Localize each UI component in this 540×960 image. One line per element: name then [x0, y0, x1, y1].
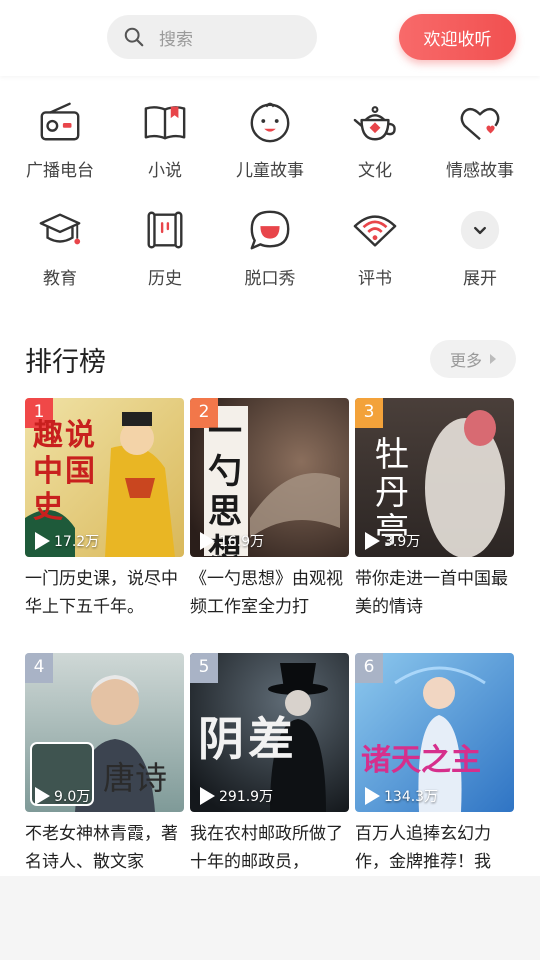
play-icon — [200, 787, 215, 805]
book-cover[interactable]: 1 趣说中国史 17.2万 — [25, 398, 184, 557]
card-description: 不老女神林青霞，著名诗人、散文家 — [25, 824, 178, 872]
category-label: 情感故事 — [446, 161, 514, 181]
rank-number: 3 — [363, 402, 375, 422]
teapot-icon — [353, 106, 396, 141]
more-label: 更多 — [449, 351, 482, 370]
category-education[interactable]: 教育 — [6, 206, 114, 306]
rank-badge: 3 — [355, 398, 383, 428]
ranking-card[interactable]: 4 唐诗 9.0万 不老女神林青霞，著名诗人、散文家 — [25, 653, 185, 876]
ranking-card[interactable]: 2 一勺思想 16.9万 《一勺思想》由观视频工作室全力打 — [190, 398, 350, 621]
card-description: 《一勺思想》由观视频工作室全力打 — [190, 569, 343, 617]
rank-badge: 6 — [355, 653, 383, 683]
play-count-value: 9.0万 — [54, 789, 91, 805]
rank-number: 5 — [198, 657, 210, 677]
cover-title: 诸天之主 — [361, 743, 481, 778]
category-culture[interactable]: 文化 — [321, 98, 429, 198]
ranking-card[interactable]: 1 趣说中国史 17.2万 一门历史课，说尽中华上下五千年。 — [25, 398, 185, 621]
search-input[interactable]: 搜索 — [107, 15, 317, 59]
category-emotional-stories[interactable]: 情感故事 — [426, 98, 534, 198]
home-page: 搜索 欢迎收听 广播电台 小说 儿童故事 文化 情感故事 教育 历史 脱口秀 评… — [0, 0, 540, 876]
card-description: 带你走进一首中国最美的情诗 — [355, 569, 508, 617]
ranking-card[interactable]: 6 诸天之主 134.3万 百万人追捧玄幻力作，金牌推荐！我 — [355, 653, 515, 876]
play-count-value: 3.9万 — [384, 534, 421, 550]
category-label: 展开 — [463, 269, 497, 289]
play-icon — [35, 532, 50, 550]
category-label: 脱口秀 — [244, 269, 296, 289]
play-count-value: 134.3万 — [384, 789, 439, 805]
more-button[interactable]: 更多 — [430, 340, 516, 378]
cover-title: 唐诗 — [103, 759, 168, 797]
welcome-listen-button[interactable]: 欢迎收听 — [399, 14, 516, 60]
book-icon — [144, 106, 186, 140]
card-description: 百万人追捧玄幻力作，金牌推荐！我 — [355, 824, 491, 872]
graduation-cap-icon — [39, 213, 81, 245]
fan-icon — [353, 215, 397, 247]
rank-badge: 5 — [190, 653, 218, 683]
play-icon — [35, 787, 50, 805]
speech-bubble-icon — [250, 210, 290, 250]
chevron-right-icon — [490, 354, 496, 364]
play-count: 134.3万 — [365, 786, 438, 806]
play-icon — [365, 787, 380, 805]
rank-number: 4 — [33, 657, 45, 677]
play-count: 9.0万 — [35, 786, 90, 806]
category-label: 评书 — [358, 269, 392, 289]
book-cover[interactable]: 2 一勺思想 16.9万 — [190, 398, 349, 557]
play-count-value: 16.9万 — [219, 534, 265, 550]
search-placeholder: 搜索 — [159, 29, 193, 50]
category-label: 教育 — [43, 269, 77, 289]
play-count: 16.9万 — [200, 531, 264, 551]
play-icon — [200, 532, 215, 550]
play-icon — [365, 532, 380, 550]
category-label: 儿童故事 — [236, 161, 304, 181]
chevron-down-icon — [460, 210, 500, 250]
rank-number: 6 — [363, 657, 375, 677]
scroll-icon — [147, 211, 183, 249]
heart-cloud-icon — [460, 107, 500, 141]
ranking-title: 排行榜 — [25, 347, 106, 378]
play-count: 3.9万 — [365, 531, 420, 551]
cover-title: 阴差 — [198, 712, 298, 766]
category-storytelling[interactable]: 评书 — [321, 206, 429, 306]
category-novel[interactable]: 小说 — [111, 98, 219, 198]
play-count: 17.2万 — [35, 531, 99, 551]
play-count: 291.9万 — [200, 786, 273, 806]
rank-badge: 4 — [25, 653, 53, 683]
book-cover[interactable]: 5 阴差 291.9万 — [190, 653, 349, 812]
ranking-card[interactable]: 3 牡丹亭 3.9万 带你走进一首中国最美的情诗 — [355, 398, 515, 621]
category-expand[interactable]: 展开 — [426, 206, 534, 306]
card-description: 一门历史课，说尽中华上下五千年。 — [25, 569, 178, 617]
book-cover[interactable]: 6 诸天之主 134.3万 — [355, 653, 514, 812]
card-description: 我在农村邮政所做了十年的邮政员， — [190, 824, 343, 872]
category-history[interactable]: 历史 — [111, 206, 219, 306]
top-bar: 搜索 欢迎收听 — [0, 0, 540, 76]
play-count-value: 291.9万 — [219, 789, 274, 805]
category-kids-stories[interactable]: 儿童故事 — [216, 98, 324, 198]
play-count-value: 17.2万 — [54, 534, 100, 550]
cover-title: 趣说中国史 — [33, 418, 97, 525]
search-icon — [124, 27, 144, 47]
radio-icon — [40, 102, 80, 141]
category-label: 广播电台 — [26, 161, 94, 181]
category-radio[interactable]: 广播电台 — [6, 98, 114, 198]
book-cover[interactable]: 3 牡丹亭 3.9万 — [355, 398, 514, 557]
category-label: 文化 — [358, 161, 392, 181]
book-cover[interactable]: 4 唐诗 9.0万 — [25, 653, 184, 812]
category-label: 小说 — [148, 161, 182, 181]
ranking-card[interactable]: 5 阴差 291.9万 我在农村邮政所做了十年的邮政员， — [190, 653, 350, 876]
child-face-icon — [250, 102, 290, 143]
category-talk-show[interactable]: 脱口秀 — [216, 206, 324, 306]
category-label: 历史 — [148, 269, 182, 289]
